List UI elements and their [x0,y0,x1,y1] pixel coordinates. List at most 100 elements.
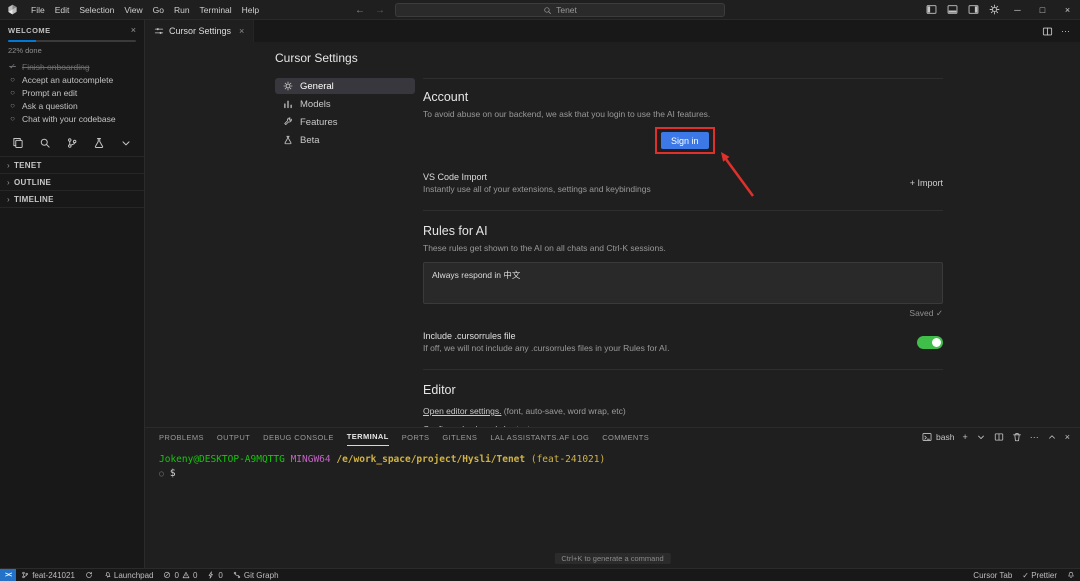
panel-tab-ports[interactable]: PORTS [402,428,430,446]
panel-tab-ai-assistants-log[interactable]: LAL ASSISTANTS.AF LOG [490,428,589,446]
sidebar-view-icons [0,128,144,156]
source-control-icon[interactable] [66,137,78,149]
editor-settings-suffix: (font, auto-save, word wrap, etc) [501,406,625,416]
settings-gear-icon[interactable] [984,0,1005,20]
checklist-item-prompt-edit[interactable]: ○ Prompt an edit [0,86,144,99]
section-divider [423,210,943,211]
maximize-panel-icon[interactable] [1047,432,1057,442]
menu-edit[interactable]: Edit [50,5,75,15]
search-icon[interactable] [39,137,51,149]
welcome-close-icon[interactable]: × [131,25,136,35]
kill-terminal-trash-icon[interactable] [1012,432,1022,442]
explorer-icon[interactable] [12,137,24,149]
circle-icon: ○ [8,101,17,110]
cursorrules-title: Include .cursorrules file [423,331,669,341]
checklist-label: Accept an autocomplete [22,75,113,85]
command-decoration-icon: ○ [159,469,164,478]
rocket-icon [103,571,111,579]
panel-tab-problems[interactable]: PROBLEMS [159,428,204,446]
minimize-button[interactable]: ─ [1005,0,1030,20]
menu-help[interactable]: Help [237,5,264,15]
toggle-panel-icon[interactable] [942,0,963,20]
sign-in-button[interactable]: Sign in [661,132,709,149]
git-graph-item[interactable]: Git Graph [228,569,284,581]
launchpad-item[interactable]: Launchpad [98,569,159,581]
close-button[interactable]: × [1055,0,1080,20]
problems-item[interactable]: 0 0 [158,569,202,581]
remote-indicator[interactable]: >< [0,569,16,581]
cursor-tab-item[interactable]: Cursor Tab [968,571,1017,580]
settings-nav-general[interactable]: General [275,78,415,94]
branch-name: feat-241021 [32,571,75,580]
menu-selection[interactable]: Selection [74,5,119,15]
sidebar-section-outline[interactable]: › OUTLINE [0,173,144,190]
cursor-window: File Edit Selection View Go Run Terminal… [0,0,1080,581]
sidebar-section-timeline[interactable]: › TIMELINE [0,190,144,207]
chevron-down-icon[interactable] [120,137,132,149]
panel-tab-gitlens[interactable]: GITLENS [442,428,477,446]
menu-terminal[interactable]: Terminal [195,5,237,15]
git-graph-label: Git Graph [244,571,279,580]
panel-tab-terminal[interactable]: TERMINAL [347,428,389,446]
shell-selector[interactable]: bash [922,432,954,442]
sidebar-section-tenet[interactable]: › TENET [0,156,144,173]
editor-heading: Editor [423,383,943,397]
bell-icon [1067,571,1075,579]
toggle-sidebar-icon[interactable] [921,0,942,20]
terminal-content[interactable]: Jokeny@DESKTOP-A9MQTTG MINGW64 /e/work_s… [145,446,1080,481]
settings-nav-beta[interactable]: Beta [275,132,415,148]
import-button[interactable]: + Import [910,178,943,188]
panel-tab-output[interactable]: OUTPUT [217,428,250,446]
cursor-tab-label: Cursor Tab [973,571,1012,580]
split-editor-icon[interactable] [1042,26,1053,37]
menu-run[interactable]: Run [169,5,195,15]
checklist-label: Ask a question [22,101,78,111]
signin-wrap: Sign in [661,132,709,149]
chevron-down-icon[interactable] [976,432,986,442]
close-panel-icon[interactable]: × [1065,432,1070,442]
cursorrules-toggle[interactable] [917,336,943,349]
zap-count-item[interactable]: 0 [202,569,227,581]
panel-tab-comments[interactable]: COMMENTS [602,428,649,446]
checklist-item-finish-onboarding[interactable]: ✓ Finish onboarding [0,60,144,73]
history-back-icon[interactable]: ← [355,5,365,16]
panel-more-icon[interactable]: ··· [1030,432,1039,442]
shell-label: bash [936,432,954,442]
prettier-item[interactable]: ✓ Prettier [1017,571,1062,580]
checklist-item-ask-question[interactable]: ○ Ask a question [0,99,144,112]
editor-column: Cursor Settings × ··· Cursor Settings Ge… [145,20,1080,568]
notifications-item[interactable] [1062,571,1080,579]
new-terminal-icon[interactable]: + [962,432,967,442]
rules-textarea[interactable]: Always respond in 中文 [423,262,943,304]
maximize-button[interactable]: □ [1030,0,1055,20]
panel-tab-debug-console[interactable]: DEBUG CONSOLE [263,428,334,446]
tab-close-icon[interactable]: × [239,26,244,36]
split-terminal-icon[interactable] [994,432,1004,442]
nav-label: Features [300,117,338,128]
tab-title: Cursor Settings [169,26,231,36]
panel-tabs: PROBLEMS OUTPUT DEBUG CONSOLE TERMINAL P… [145,428,1080,446]
menu-go[interactable]: Go [148,5,169,15]
circle-icon: ○ [8,88,17,97]
sync-changes-item[interactable] [80,569,98,581]
toggle-secondary-sidebar-icon[interactable] [963,0,984,20]
tab-cursor-settings[interactable]: Cursor Settings × [145,20,254,42]
settings-nav-features[interactable]: Features [275,114,415,130]
menu-view[interactable]: View [119,5,147,15]
bar-chart-icon [283,99,293,109]
checklist-item-accept-autocomplete[interactable]: ○ Accept an autocomplete [0,73,144,86]
main-row: WELCOME × 22% done ✓ Finish onboarding ○… [0,20,1080,568]
git-branch-item[interactable]: feat-241021 [16,569,80,581]
history-forward-icon[interactable]: → [375,5,385,16]
checklist-item-chat-codebase[interactable]: ○ Chat with your codebase [0,112,144,125]
menu-file[interactable]: File [26,5,50,15]
settings-nav-models[interactable]: Models [275,96,415,112]
open-editor-settings-link[interactable]: Open editor settings. [423,406,501,416]
beaker-icon[interactable] [93,137,105,149]
prettier-label: ✓ Prettier [1022,571,1057,580]
rules-saved-status: Saved ✓ [423,308,943,319]
welcome-panel-header: WELCOME × [0,20,144,38]
command-center-search[interactable]: Tenet [395,3,725,17]
titlebar: File Edit Selection View Go Run Terminal… [0,0,1080,20]
more-actions-icon[interactable]: ··· [1061,26,1070,36]
